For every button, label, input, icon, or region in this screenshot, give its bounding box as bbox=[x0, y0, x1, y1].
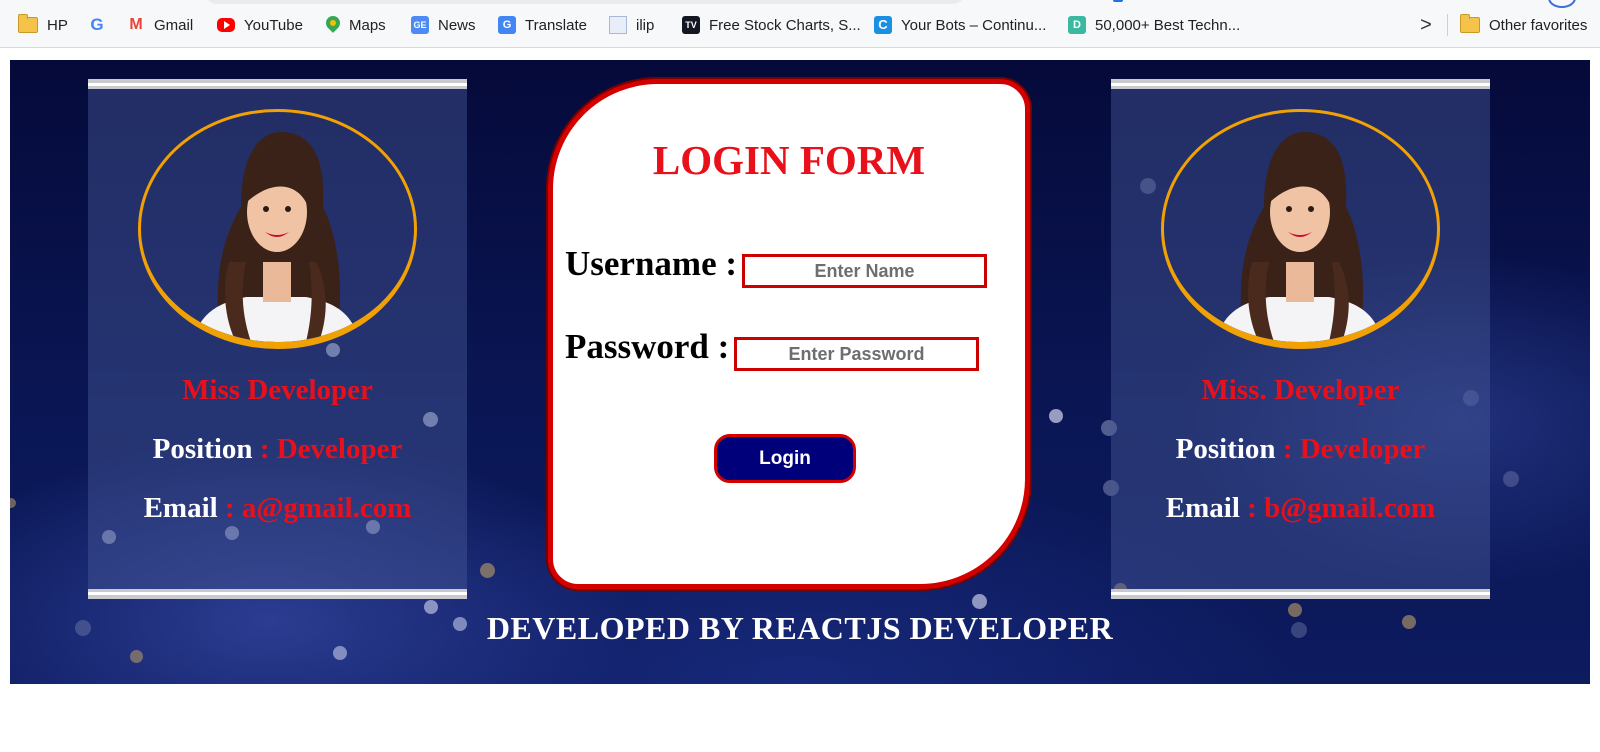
avatar bbox=[138, 109, 417, 349]
footer-credit: DEVELOPED BY REACTJS DEVELOPER bbox=[486, 610, 1114, 646]
profile-name: Miss Developer bbox=[182, 374, 373, 406]
document-icon bbox=[609, 16, 627, 34]
bookmarks-divider bbox=[1447, 14, 1448, 36]
bokeh-light bbox=[480, 563, 495, 578]
bokeh-light bbox=[972, 594, 987, 609]
bokeh-light bbox=[1049, 409, 1063, 423]
password-label: Password : bbox=[565, 327, 730, 366]
bookmark-tradingview[interactable]: TV Free Stock Charts, S... bbox=[682, 14, 861, 36]
bookmark-label: Other favorites bbox=[1489, 16, 1588, 34]
bookmark-label: HP bbox=[47, 16, 68, 34]
profile-icon[interactable] bbox=[1548, 0, 1576, 8]
address-bar[interactable] bbox=[205, 0, 965, 4]
developer-portrait-image bbox=[1216, 132, 1382, 342]
bookmark-hp[interactable]: HP bbox=[18, 14, 68, 36]
bookmark-label: Translate bbox=[525, 16, 587, 34]
google-icon: G bbox=[90, 15, 104, 34]
bookmark-maps[interactable]: Maps bbox=[323, 13, 386, 36]
youtube-icon bbox=[217, 18, 235, 32]
email-label: Email bbox=[143, 492, 218, 524]
bookmark-label: ilip bbox=[636, 16, 655, 34]
login-form-title: LOGIN FORM bbox=[652, 137, 926, 183]
profile-name: Miss. Developer bbox=[1201, 374, 1400, 406]
username-input[interactable] bbox=[742, 254, 987, 288]
more-bookmarks-chevron-icon[interactable]: > bbox=[1416, 14, 1436, 36]
bokeh-light bbox=[1503, 471, 1519, 487]
continual-icon: C bbox=[874, 16, 892, 34]
bookmark-google[interactable]: G bbox=[88, 14, 115, 36]
bookmark-translate[interactable]: G Translate bbox=[498, 14, 587, 36]
bookmark-label: YouTube bbox=[244, 16, 303, 34]
bookmark-other-favorites[interactable]: Other favorites bbox=[1460, 14, 1587, 36]
profile-email: Email : a@gmail.com bbox=[88, 492, 467, 525]
bookmark-label: Maps bbox=[349, 16, 386, 34]
position-label: Position bbox=[1175, 433, 1276, 465]
position-label: Position bbox=[152, 433, 253, 465]
profile-card-left: Miss Developer Position : Developer Emai… bbox=[88, 79, 467, 599]
profile-position: Position : Developer bbox=[88, 433, 467, 466]
profile-position: Position : Developer bbox=[1111, 433, 1490, 466]
folder-icon bbox=[18, 14, 38, 33]
bokeh-light bbox=[333, 646, 347, 660]
developer-portrait-image bbox=[193, 132, 359, 342]
avatar bbox=[1161, 109, 1440, 349]
bookmark-continual[interactable]: C Your Bots – Continu... bbox=[874, 14, 1046, 36]
position-value: : Developer bbox=[259, 433, 403, 465]
d-site-icon: D bbox=[1068, 16, 1086, 34]
extension-icon[interactable] bbox=[1113, 0, 1123, 2]
bookmarks-bar: HP G M Gmail YouTube Maps GE News G Tran… bbox=[0, 0, 1600, 48]
bokeh-light bbox=[130, 650, 143, 663]
email-value: : a@gmail.com bbox=[224, 492, 412, 524]
login-form: LOGIN FORM Username : Password : Login bbox=[548, 79, 1030, 589]
bookmark-news[interactable]: GE News bbox=[411, 14, 476, 36]
email-label: Email bbox=[1165, 492, 1240, 524]
bookmark-label: Your Bots – Continu... bbox=[901, 16, 1047, 34]
page-background: Miss Developer Position : Developer Emai… bbox=[10, 60, 1590, 684]
bookmark-ilip[interactable]: ilip bbox=[609, 14, 654, 36]
gmail-icon: M bbox=[129, 16, 143, 33]
bookmark-gmail[interactable]: M Gmail bbox=[127, 14, 193, 36]
bookmark-label: News bbox=[438, 16, 476, 34]
profile-email: Email : b@gmail.com bbox=[1111, 492, 1490, 525]
username-label: Username : bbox=[565, 244, 738, 283]
position-value: : Developer bbox=[1282, 433, 1426, 465]
bookmark-label: Free Stock Charts, S... bbox=[709, 16, 861, 34]
bokeh-light bbox=[10, 498, 16, 508]
bookmark-tech-site[interactable]: D 50,000+ Best Techn... bbox=[1068, 14, 1240, 36]
login-button[interactable]: Login bbox=[714, 434, 856, 483]
news-icon: GE bbox=[411, 16, 429, 34]
tradingview-icon: TV bbox=[682, 16, 700, 34]
email-value: : b@gmail.com bbox=[1247, 492, 1436, 524]
folder-icon bbox=[1460, 14, 1480, 33]
profile-card-right: Miss. Developer Position : Developer Ema… bbox=[1111, 79, 1490, 599]
password-input[interactable] bbox=[734, 337, 979, 371]
maps-icon bbox=[323, 13, 343, 33]
translate-icon: G bbox=[498, 16, 516, 34]
bookmark-label: 50,000+ Best Techn... bbox=[1095, 16, 1241, 34]
bookmark-youtube[interactable]: YouTube bbox=[217, 14, 303, 36]
bookmark-label: Gmail bbox=[154, 16, 194, 34]
